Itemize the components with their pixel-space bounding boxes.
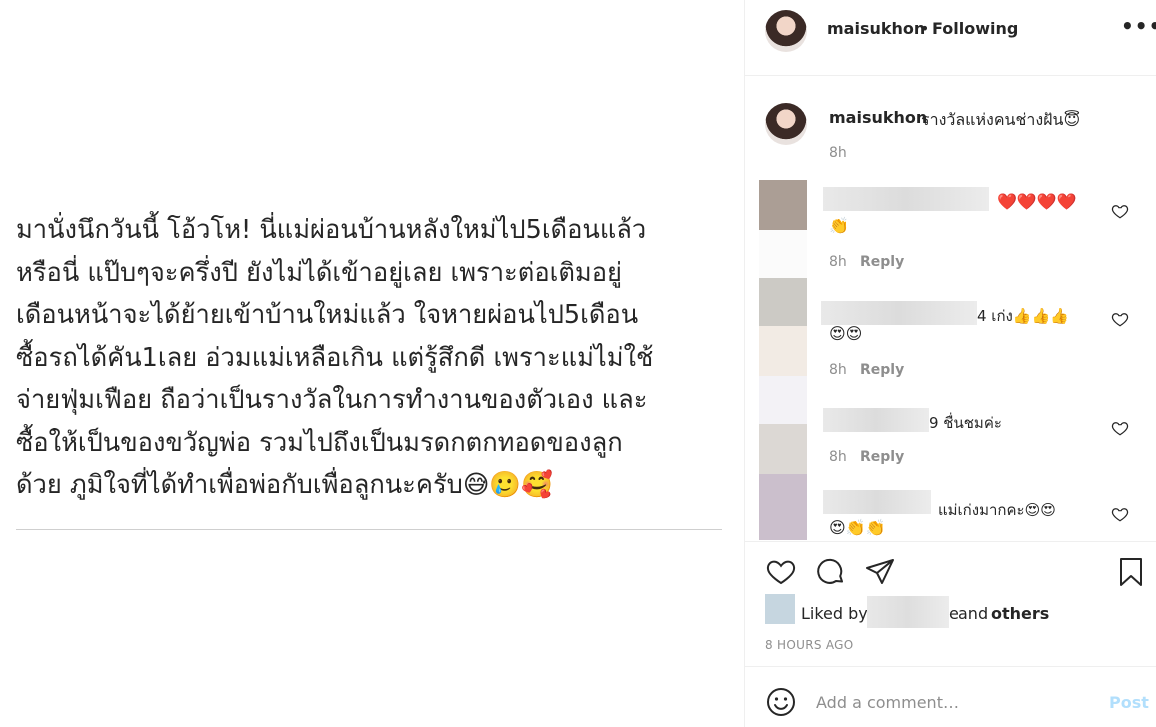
post-sidebar: maisukhon • Following ••• maisukhon รางว… xyxy=(744,0,1156,727)
comment-text: 4 เก่ง👍👍👍 xyxy=(977,307,1069,325)
liked-by-name-redacted[interactable] xyxy=(867,596,949,628)
comment-avatar-strip xyxy=(759,474,807,540)
comment-time: 8h xyxy=(829,254,847,270)
caption-time: 8h xyxy=(829,145,847,161)
comment-avatar-strip xyxy=(759,180,807,230)
add-comment-input[interactable] xyxy=(816,690,1086,714)
like-comment-heart-icon[interactable] xyxy=(1111,505,1129,523)
caption-text: รางวัลแห่งคนช่างฝัน😇 xyxy=(921,110,1081,129)
comment-text: แม่เก่งมากคะ😍😍 xyxy=(938,501,1056,519)
author-username[interactable]: maisukhon xyxy=(827,19,925,38)
comment-avatar-strip xyxy=(759,230,807,278)
comment-username-redacted xyxy=(823,408,929,432)
liked-by-label: Liked by xyxy=(801,604,868,623)
comment-time: 8h xyxy=(829,362,847,378)
comment-username-redacted xyxy=(823,187,989,211)
comment-icon[interactable] xyxy=(815,556,847,588)
comment-username-redacted xyxy=(823,490,931,514)
post-header: maisukhon • Following ••• xyxy=(745,0,1156,76)
comment-avatar-strip xyxy=(759,424,807,474)
post-timestamp: 8 HOURS AGO xyxy=(765,638,854,652)
comment-username-redacted xyxy=(821,301,977,325)
following-button[interactable]: Following xyxy=(932,19,1018,38)
comment-text: 9 ชื่นชมค่ะ xyxy=(929,414,1002,432)
caption-avatar[interactable] xyxy=(765,103,807,145)
post-media-panel: มานั่งนึกวันนี้ โอ้วโห! นี่แม่ผ่อนบ้านหล… xyxy=(0,0,744,727)
like-comment-heart-icon[interactable] xyxy=(1111,202,1129,220)
like-comment-heart-icon[interactable] xyxy=(1111,310,1129,328)
caption-username[interactable]: maisukhon xyxy=(829,108,927,127)
post-comment-button[interactable]: Post xyxy=(1109,693,1149,712)
comment-avatar-strip xyxy=(759,376,807,424)
share-icon[interactable] xyxy=(864,556,896,588)
comment-avatar-strip xyxy=(759,278,807,326)
author-avatar[interactable] xyxy=(765,10,807,52)
comment-time: 8h xyxy=(829,449,847,465)
reply-button[interactable]: Reply xyxy=(860,254,904,270)
liked-by-and: and xyxy=(958,604,989,623)
more-options-icon[interactable]: ••• xyxy=(1121,14,1156,38)
smiley-icon[interactable] xyxy=(765,686,797,718)
liked-by-avatar[interactable] xyxy=(765,594,795,624)
comment-emoji-line2: 👏 xyxy=(829,216,849,235)
liked-by-others-link[interactable]: others xyxy=(991,604,1049,623)
comment-avatar-strip xyxy=(759,326,807,376)
comment-emoji: ❤️❤️❤️❤️ xyxy=(997,192,1077,211)
reply-button[interactable]: Reply xyxy=(860,362,904,378)
comment-box-divider xyxy=(745,666,1156,667)
reply-button[interactable]: Reply xyxy=(860,449,904,465)
like-comment-heart-icon[interactable] xyxy=(1111,419,1129,437)
header-separator: • xyxy=(920,19,930,38)
actions-divider xyxy=(745,541,1156,542)
like-heart-icon[interactable] xyxy=(765,556,797,588)
comment-emoji-line2: 😍😍 xyxy=(829,324,863,343)
bookmark-icon[interactable] xyxy=(1115,556,1147,588)
comment-emoji-line2: 😍👏👏 xyxy=(829,518,886,537)
post-image-text: มานั่งนึกวันนี้ โอ้วโห! นี่แม่ผ่อนบ้านหล… xyxy=(16,215,654,500)
post-divider xyxy=(16,529,722,530)
